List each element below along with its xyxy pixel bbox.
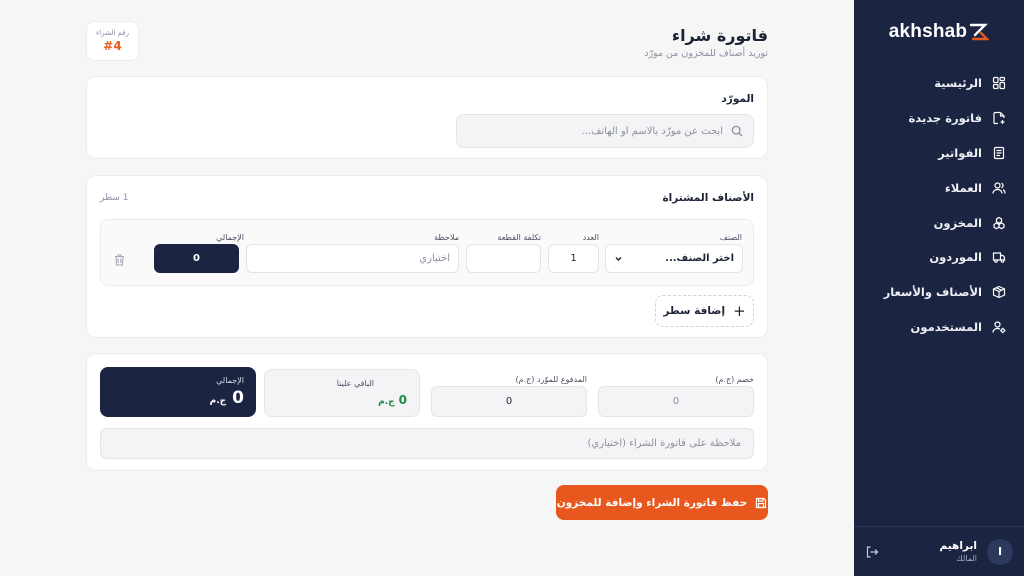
- customers-icon: [992, 182, 1006, 194]
- qty-value: 1: [570, 253, 577, 264]
- remaining-value: 0: [398, 393, 407, 407]
- sidebar-item-label: الرئيسية: [934, 76, 982, 91]
- sidebar-item-label: الفواتير: [938, 145, 982, 160]
- page-title: فاتورة شراء: [671, 26, 768, 45]
- dashboard-icon: [992, 77, 1006, 90]
- sidebar-item-users[interactable]: المستخدمون: [854, 310, 1024, 345]
- remaining-box: الباقي علينا 0 ج.م: [264, 369, 420, 417]
- users-settings-icon: [992, 321, 1006, 334]
- supplier-card: المورّد: [86, 76, 768, 159]
- line-total-value: 0: [193, 253, 200, 264]
- discount-label: خصم (ج.م): [715, 375, 754, 384]
- remaining-currency: ج.م: [378, 397, 395, 407]
- sidebar-item-label: فاتورة جديدة: [908, 111, 982, 126]
- add-line-button[interactable]: + إضافة سطر: [655, 295, 754, 327]
- item-select-value: اختر الصنف...: [665, 253, 734, 264]
- avatar[interactable]: I: [987, 538, 1013, 565]
- unit-cost-label: تكلفة القطعة: [497, 233, 541, 242]
- grand-total-label: الإجمالي: [216, 376, 244, 385]
- discount-value: 0: [672, 396, 680, 407]
- sidebar-item-customers[interactable]: العملاء: [854, 170, 1024, 205]
- sidebar-item-label: العملاء: [944, 180, 982, 195]
- paid-value: 0: [505, 396, 513, 407]
- remaining-label: الباقي علينا: [336, 379, 374, 388]
- main-content: فاتورة شراء توريد أصناف للمخزون من مورّد…: [0, 0, 854, 576]
- new-invoice-icon: [993, 112, 1005, 125]
- grand-total-amount: 0 ج.م: [210, 388, 244, 408]
- user-name: ابراهيم: [939, 539, 977, 552]
- trash-icon[interactable]: [113, 253, 126, 266]
- truck-icon: [992, 252, 1006, 264]
- line-total-label: الإجمالي: [216, 233, 244, 242]
- remaining-amount: 0 ج.م: [277, 393, 407, 407]
- plus-icon: +: [733, 302, 746, 320]
- grand-total-value: 0: [232, 388, 244, 408]
- logout-icon[interactable]: [865, 545, 879, 559]
- summary-card: خصم (ج.م) 0 المدفوع للموّرد (ج.م) 0 البا…: [86, 353, 768, 471]
- line-note-placeholder: اختياري: [419, 253, 450, 264]
- search-icon: [731, 125, 743, 137]
- sidebar-item-inventory[interactable]: المخزون: [854, 205, 1024, 240]
- item-row: الصنف اختر الصنف... العدد 1 تكلفة القطعة…: [100, 219, 754, 286]
- invoice-note-field: [100, 428, 754, 459]
- add-line-label: إضافة سطر: [663, 305, 726, 317]
- sidebar-item-products-prices[interactable]: الأصناف والأسعار: [854, 275, 1024, 310]
- note-label: ملاحظة: [434, 233, 459, 242]
- invoices-icon: [993, 146, 1005, 160]
- sidebar-item-label: الأصناف والأسعار: [883, 285, 982, 300]
- sidebar-item-label: المخزون: [933, 215, 982, 230]
- user-info: ابراهيم المالك: [879, 540, 977, 564]
- qty-input[interactable]: 1: [548, 244, 599, 273]
- qty-label: العدد: [582, 233, 599, 242]
- item-select[interactable]: اختر الصنف...: [605, 244, 743, 273]
- sidebar: akhshab الرئيسية فاتورة جديدة الفواتير ا…: [854, 0, 1024, 576]
- paid-label: المدفوع للموّرد (ج.م): [515, 375, 587, 384]
- supplier-search-input[interactable]: [473, 125, 723, 137]
- discount-input[interactable]: 0: [598, 386, 754, 417]
- supplier-search: [456, 114, 754, 148]
- sidebar-nav: الرئيسية فاتورة جديدة الفواتير العملاء ا…: [854, 66, 1024, 344]
- sidebar-item-label: المستخدمون: [910, 319, 982, 334]
- row-count: 1 سطر: [100, 193, 129, 203]
- purchase-number-label: رقم الشراء: [95, 29, 130, 37]
- brand-mark-icon: [970, 23, 990, 41]
- sidebar-item-home[interactable]: الرئيسية: [854, 66, 1024, 101]
- save-button-label: حفظ فاتورة الشراء وإضافة للمخزون: [556, 496, 748, 509]
- items-card: الأصناف المشتراة 1 سطر الصنف اختر الصنف.…: [86, 175, 768, 338]
- line-total: 0: [154, 244, 239, 273]
- brand-logo[interactable]: akhshab: [870, 20, 1008, 44]
- sidebar-item-new-invoice[interactable]: فاتورة جديدة: [854, 101, 1024, 136]
- paid-input[interactable]: 0: [431, 386, 587, 417]
- item-label: الصنف: [719, 233, 742, 242]
- page-subtitle: توريد أصناف للمخزون من مورّد: [644, 48, 768, 59]
- inventory-icon: [993, 216, 1005, 229]
- unit-cost-input[interactable]: [466, 244, 541, 273]
- save-icon: [756, 497, 767, 508]
- sidebar-item-suppliers[interactable]: الموردون: [854, 240, 1024, 275]
- sidebar-item-invoices[interactable]: الفواتير: [854, 136, 1024, 171]
- grand-total-box: الإجمالي 0 ج.م: [100, 367, 256, 417]
- sidebar-item-label: الموردون: [929, 250, 982, 265]
- purchase-number: #4: [103, 39, 122, 53]
- save-purchase-button[interactable]: حفظ فاتورة الشراء وإضافة للمخزون: [556, 485, 768, 520]
- supplier-title: المورّد: [721, 93, 754, 105]
- user-profile: I ابراهيم المالك: [854, 526, 1024, 576]
- user-role: المالك: [956, 553, 977, 563]
- line-note-input[interactable]: اختياري: [246, 244, 459, 273]
- chevron-down-icon: [615, 257, 622, 261]
- purchase-number-badge: رقم الشراء #4: [86, 21, 139, 61]
- invoice-note-input[interactable]: [141, 438, 741, 449]
- brand-name: akhshab: [888, 21, 968, 42]
- box-icon: [992, 286, 1006, 299]
- items-title: الأصناف المشتراة: [662, 192, 754, 204]
- grand-total-currency: ج.م: [209, 396, 227, 406]
